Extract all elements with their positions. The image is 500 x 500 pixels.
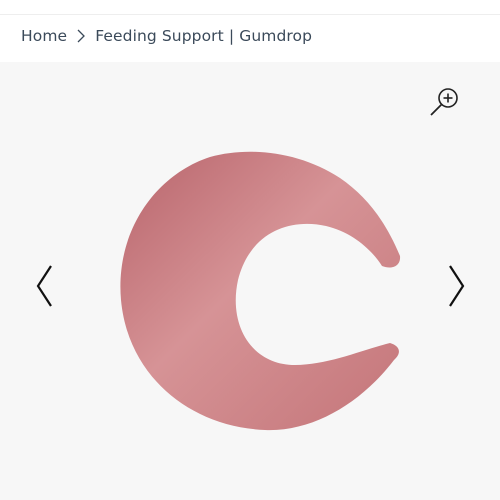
chevron-right-icon <box>73 29 89 43</box>
top-bar <box>0 0 500 15</box>
product-image-crescent-pillow <box>100 140 420 440</box>
breadcrumb: Home Feeding Support | Gumdrop <box>21 26 312 46</box>
breadcrumb-current: Feeding Support | Gumdrop <box>95 27 313 45</box>
chevron-left-icon <box>33 265 57 314</box>
next-image-button[interactable] <box>444 262 468 310</box>
breadcrumb-home-link[interactable]: Home <box>21 27 67 45</box>
zoom-in-icon[interactable] <box>429 86 461 118</box>
previous-image-button[interactable] <box>33 262 57 310</box>
chevron-right-icon <box>444 265 468 314</box>
